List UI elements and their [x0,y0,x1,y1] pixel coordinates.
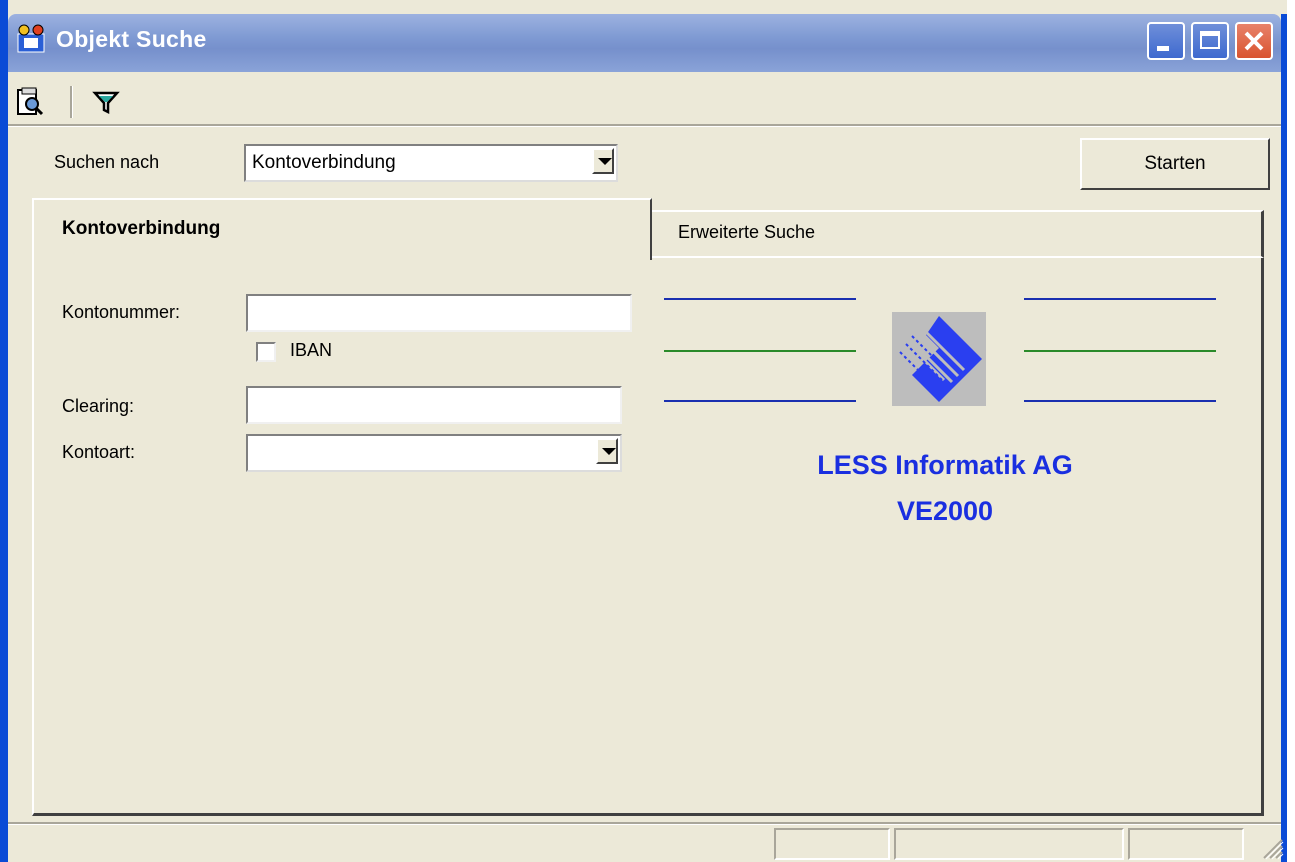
kontonummer-label: Kontonummer: [62,302,181,322]
toolbar-separator [70,86,73,118]
resize-grip-icon[interactable] [1258,834,1284,860]
kontoart-dropdown[interactable] [246,434,622,472]
chevron-down-icon[interactable] [592,148,614,174]
decorative-line [1024,400,1216,402]
clearing-field[interactable] [246,386,622,424]
iban-checkbox[interactable] [256,342,276,362]
title-bar[interactable]: Objekt Suche [0,0,1287,82]
window-border-right [1281,14,1287,862]
decorative-line [664,400,856,402]
search-by-label: Suchen nach [54,152,160,172]
company-name: LESS Informatik AG [817,450,1073,480]
decorative-line [1024,350,1216,352]
toolbar-divider [8,124,1281,127]
tab-panel [32,256,1264,816]
status-panel [1128,828,1244,860]
window-title: Objekt Suche [56,26,207,52]
close-button[interactable] [1235,22,1273,60]
iban-label: IBAN [290,340,333,360]
clearing-label: Clearing: [62,396,135,416]
search-by-dropdown[interactable]: Kontoverbindung [244,144,618,182]
toolbar [8,82,1281,122]
tab-kontoverbindung[interactable]: Kontoverbindung [32,198,652,260]
maximize-icon [1200,31,1220,49]
tab-label: Kontoverbindung [62,218,221,239]
kontonummer-field[interactable] [246,294,632,332]
close-icon [1244,31,1264,51]
objekt-suche-app-icon [17,24,45,53]
filter-icon[interactable] [92,88,120,116]
search-by-value: Kontoverbindung [252,152,396,173]
start-button[interactable]: Starten [1080,138,1270,190]
search-document-icon[interactable] [14,86,46,118]
product-name: VE2000 [896,496,994,526]
minimize-icon [1157,46,1169,51]
status-panel [774,828,890,860]
decorative-line [664,298,856,300]
kontoart-label: Kontoart: [62,442,136,462]
tab-label: Erweiterte Suche [678,222,816,242]
chevron-down-icon[interactable] [596,438,618,464]
maximize-button[interactable] [1191,22,1229,60]
minimize-button[interactable] [1147,22,1185,60]
decorative-line [664,350,856,352]
status-bar-divider [8,822,1281,825]
less-informatik-logo-icon [892,312,986,406]
decorative-line [1024,298,1216,300]
tab-erweiterte-suche[interactable]: Erweiterte Suche [650,210,1264,258]
status-panel [894,828,1124,860]
